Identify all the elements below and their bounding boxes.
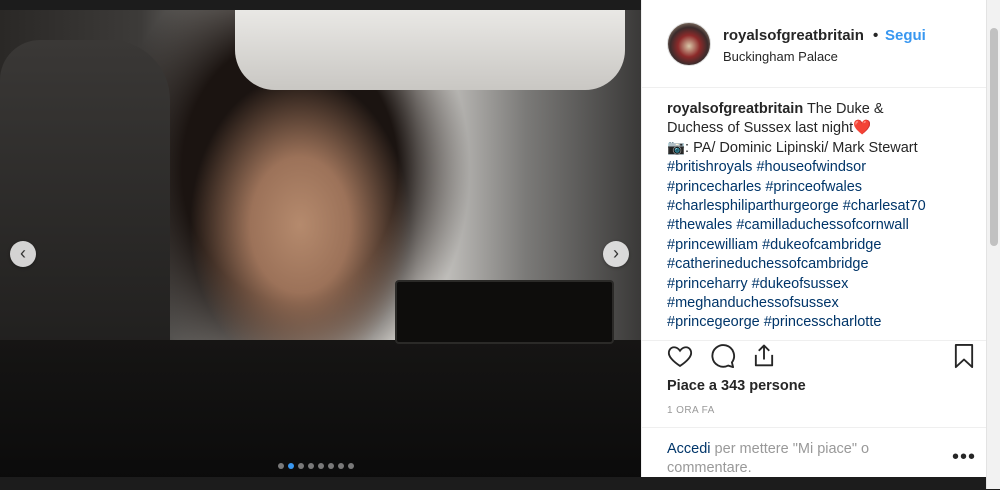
hashtag-line[interactable]: #princegeorge #princesscharlotte (667, 313, 977, 332)
scrollbar[interactable] (986, 0, 1000, 489)
caption-username[interactable]: royalsofgreatbritain (667, 101, 803, 117)
post-username[interactable]: royalsofgreatbritain (723, 27, 864, 44)
login-link[interactable]: Accedi (667, 441, 711, 457)
carousel-dot (328, 463, 334, 469)
post-location[interactable]: Buckingham Palace (723, 49, 838, 64)
car-screen (395, 280, 614, 344)
carousel-prev-button[interactable]: ‹ (10, 241, 36, 267)
bookmark-icon[interactable] (950, 342, 978, 370)
car-seat (0, 40, 170, 370)
hashtag-line[interactable]: #thewales #camilladuchessofcornwall (667, 216, 977, 235)
post-details-panel: royalsofgreatbritain • Segui Buckingham … (641, 0, 987, 477)
caption-text-1: The Duke & (806, 101, 884, 117)
carousel-dot (278, 463, 284, 469)
sun-visor (235, 10, 625, 90)
scrollbar-thumb[interactable] (990, 28, 998, 246)
likes-count[interactable]: Piace a 343 persone (667, 378, 806, 394)
hashtag-line[interactable]: #catherineduchessofcambridge (667, 255, 977, 274)
hashtag-line[interactable]: #britishroyals #houseofwindsor (667, 158, 977, 177)
share-icon[interactable] (750, 342, 778, 370)
carousel-dot (308, 463, 314, 469)
separator-bullet: • (873, 27, 879, 44)
car-dashboard (0, 340, 641, 477)
bottom-strip (0, 477, 986, 489)
carousel-dot (318, 463, 324, 469)
hashtag-line[interactable]: #princecharles #princeofwales (667, 178, 977, 197)
hashtag-line[interactable]: #princewilliam #dukeofcambridge (667, 236, 977, 255)
carousel-dots (278, 463, 354, 469)
hashtag-line[interactable]: #charlesphiliparthurgeorge #charlesat70 (667, 197, 977, 216)
carousel-dot (338, 463, 344, 469)
hashtag-line[interactable]: #meghanduchessofsussex (667, 294, 977, 313)
caption-text-2: Duchess of Sussex last night❤️ (667, 120, 872, 137)
chevron-right-icon: › (613, 243, 619, 263)
carousel-dot (298, 463, 304, 469)
comment-icon[interactable] (708, 342, 736, 370)
caption-text-3: 📷: PA/ Dominic Lipinski/ Mark Stewart (667, 139, 918, 156)
carousel-next-button[interactable]: › (603, 241, 629, 267)
hashtag-line[interactable]: #princeharry #dukeofsussex (667, 275, 977, 294)
carousel-dot (348, 463, 354, 469)
carousel-dot (288, 463, 294, 469)
login-prompt: Accedi per mettere "Mi piace" o commenta… (667, 440, 917, 478)
more-options-button[interactable]: ••• (952, 446, 976, 469)
post-caption: royalsofgreatbritain The Duke & Duchess … (667, 100, 977, 333)
follow-button[interactable]: Segui (885, 27, 926, 44)
hashtag-list: #britishroyals #houseofwindsor #princecha… (667, 158, 977, 333)
post-timestamp: 1 ORA FA (667, 405, 715, 416)
chevron-left-icon: ‹ (20, 243, 26, 263)
heart-icon[interactable] (666, 342, 694, 370)
avatar[interactable] (667, 22, 711, 66)
post-image[interactable]: ‹ › (0, 10, 641, 477)
post-header: royalsofgreatbritain • Segui Buckingham … (642, 0, 987, 88)
